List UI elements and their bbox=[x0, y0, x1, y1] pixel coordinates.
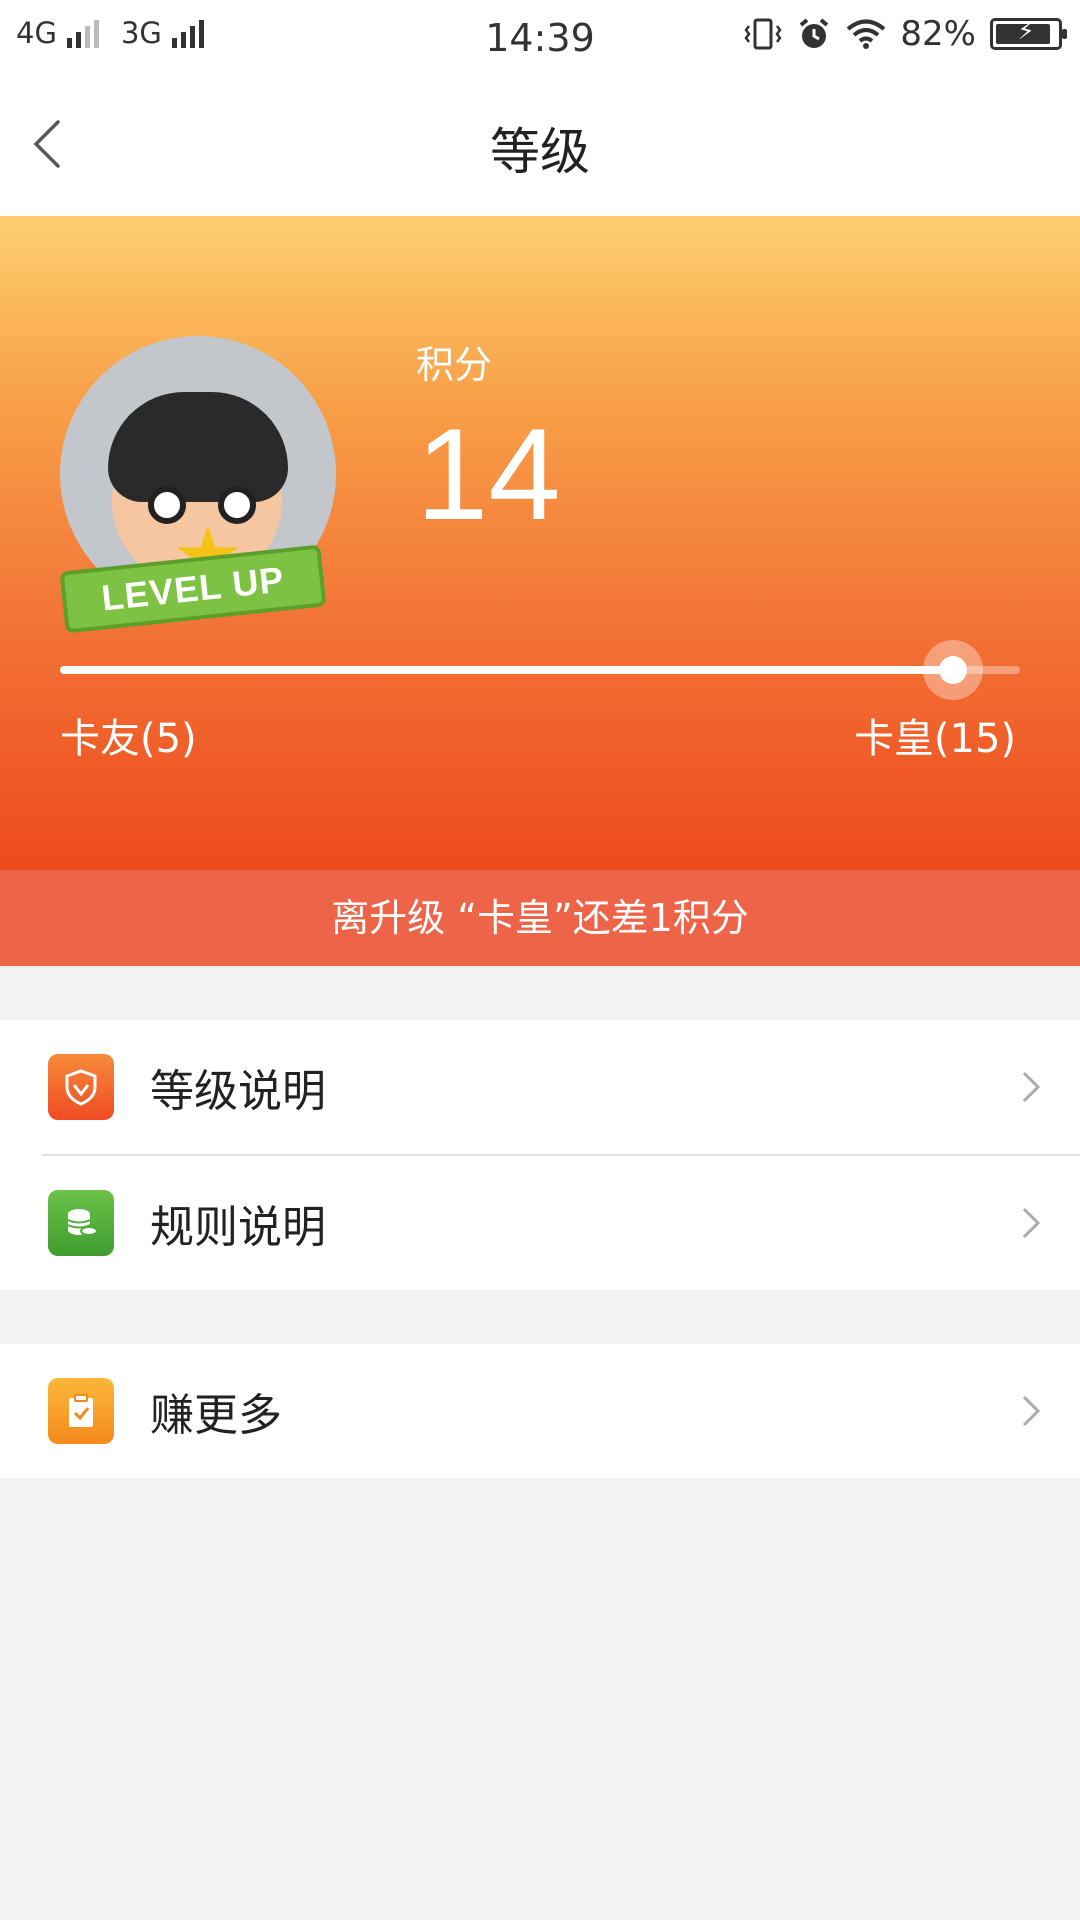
menu-group-2: 赚更多 bbox=[0, 1344, 1080, 1478]
chevron-right-icon bbox=[1022, 1395, 1041, 1427]
status-bar: 4G 3G 14:39 82% ⚡ bbox=[0, 0, 1080, 74]
list-item-level-info[interactable]: 等级说明 bbox=[0, 1020, 1080, 1154]
shield-icon bbox=[65, 1069, 97, 1106]
list-item-label: 规则说明 bbox=[150, 1202, 326, 1253]
icon-tile bbox=[48, 1190, 114, 1256]
chevron-right-icon bbox=[1022, 1207, 1041, 1239]
current-level-label: 卡友(5) bbox=[60, 716, 197, 762]
menu-group-1: 等级说明 规则说明 bbox=[0, 1020, 1080, 1290]
alarm-icon bbox=[800, 18, 829, 48]
clipboard-check-icon bbox=[69, 1394, 93, 1427]
nav-bar: 等级 bbox=[0, 74, 1080, 216]
chevron-right-icon bbox=[1022, 1071, 1041, 1103]
list-item-label: 赚更多 bbox=[150, 1390, 282, 1441]
progress-fill bbox=[60, 666, 953, 674]
battery-icon: ⚡ bbox=[990, 17, 1067, 50]
status-icons: 82% ⚡ bbox=[744, 14, 1067, 54]
progress-knob bbox=[938, 656, 967, 684]
icon-tile bbox=[48, 1378, 114, 1444]
points-value: 14 bbox=[416, 401, 561, 547]
next-level-label: 卡皇(15) bbox=[853, 716, 1016, 762]
list-item-rules[interactable]: 规则说明 bbox=[0, 1156, 1080, 1290]
coins-icon bbox=[67, 1209, 98, 1236]
list-item-label: 等级说明 bbox=[150, 1066, 326, 1117]
battery-percent: 82% bbox=[900, 14, 976, 54]
vibrate-icon bbox=[744, 18, 782, 50]
upgrade-hint-banner: 离升级 “卡皇”还差1积分 bbox=[0, 870, 1080, 966]
level-header: ★ LEVEL UP 积分 14 卡友(5) 卡皇(15) bbox=[0, 216, 1080, 870]
list-item-earn-more[interactable]: 赚更多 bbox=[0, 1344, 1080, 1478]
avatar: ★ LEVEL UP bbox=[58, 336, 348, 636]
icon-tile bbox=[48, 1054, 114, 1120]
page-title: 等级 bbox=[490, 123, 590, 181]
level-progress-bar bbox=[60, 640, 1020, 700]
points-label: 积分 bbox=[416, 343, 493, 387]
wifi-icon bbox=[847, 19, 886, 49]
